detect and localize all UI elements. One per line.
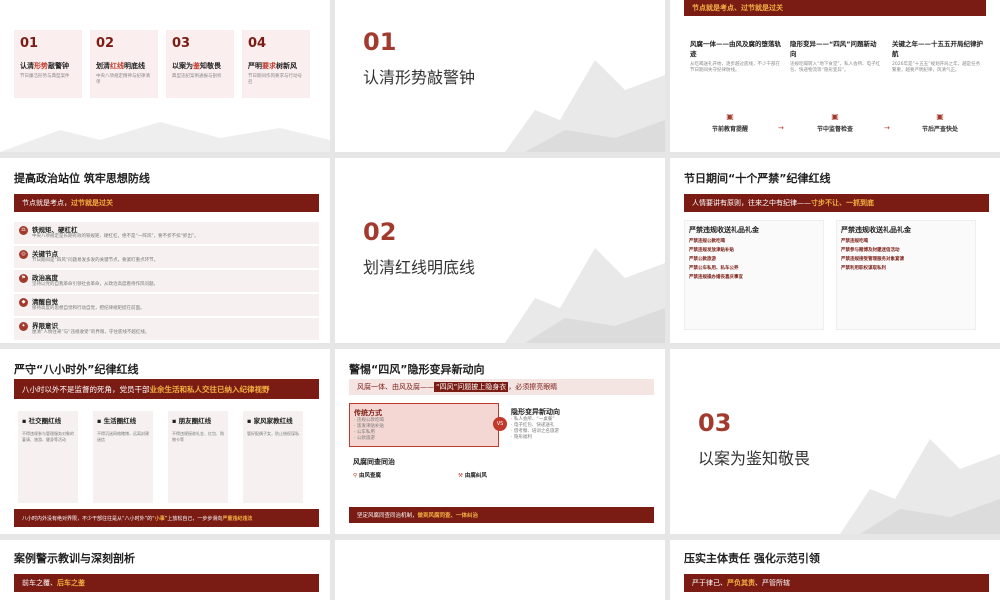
agenda-card-2[interactable]: 02 划清红线明底线 中央八项规定精神与纪律清单 <box>90 30 158 98</box>
step-1: ▣ 节前教育提醒 <box>695 112 765 133</box>
slide-title: 严守“八小时外”纪律红线 <box>14 363 139 376</box>
slide-political[interactable]: 提高政治站位 筑牢思想防线 节点就是考点， 过节就是过关 ⚖ 铁规矩、硬杠杠 中央八项… <box>0 158 330 343</box>
correct-icon: ⚒ <box>457 473 463 479</box>
section-title: 以案为鉴知敬畏 <box>698 449 811 468</box>
slide-title: 提高政治站位 筑牢思想防线 <box>14 172 150 185</box>
situation-col-3: 关键之年——十五五开局纪律护航 2026年是“十五五”规划开局之年，越是任务繁重，… <box>892 40 983 74</box>
slide-responsibility[interactable]: 压实主体责任 强化示范引领 严于律己、 严负其责 、严管所辖 <box>670 540 1000 600</box>
slide-section-01[interactable]: 01 认清形势敲警钟 <box>335 0 665 152</box>
arrow-icon: → <box>778 124 784 132</box>
mountain-painting <box>840 439 1000 534</box>
mountain-decoration <box>0 122 330 152</box>
list-item: ⚑ 政治高度 坚持以党的自我革命引领社会革命，从政治高度看待作风问题。 <box>14 270 319 292</box>
slide-blank[interactable] <box>335 540 665 600</box>
compass-icon: ✦ <box>19 322 28 331</box>
mountain-painting <box>505 60 665 152</box>
search-icon: ⚲ <box>353 473 358 479</box>
section-number: 01 <box>363 28 397 56</box>
section-number: 02 <box>363 218 397 246</box>
flag-icon: ⚑ <box>19 274 28 283</box>
step-2: ▣ 节中监督检查 <box>800 112 870 133</box>
slide-section-02[interactable]: 02 划清红线明底线 <box>335 158 665 343</box>
same-treatment-box: 风腐同查同治 ⚲ 由风查腐 ⚒ 由腐纠风 <box>353 458 487 479</box>
step-3: ▣ 节后严查快处 <box>905 112 975 133</box>
shield-icon: ◆ <box>19 298 28 307</box>
situation-col-2: 隐形变异——“四风”问题新动向 违规吃喝转入“地下食堂”，私人会所、电子红包、快递… <box>790 40 881 74</box>
slide-agenda[interactable]: 01 认清形势敲警钟 节日廉洁形势与典型案件 02 划清红线明底线 中央八项规定… <box>0 0 330 152</box>
slide-title: 警惕“四风”隐形变异新动向 <box>349 363 485 376</box>
card-title: 划清红线明底线 <box>96 62 145 70</box>
redline-card-social: ▪ 社交圈红线 不得违规参与管理服务对象的宴请、旅游、健身等活动 <box>18 411 78 503</box>
hammer-icon: ▣ <box>936 112 944 121</box>
slide-four-winds[interactable]: 警惕“四风”隐形变异新动向 风腐一体、由风及腐—— “四风”问题披上隐身衣 ，必须擦… <box>335 349 665 534</box>
card-subtitle: 节日期间作风要求与行动号召 <box>248 74 302 85</box>
redline-card-friends: ▪ 朋友圈红线 不得违规接收礼金、红包、购物卡等 <box>168 411 228 503</box>
slide-footer-banner: 坚定风腐同查同治机制， 做到风腐同查、一体纠治 <box>349 507 654 523</box>
slide-banner: 严于律己、 严负其责 、严管所辖 <box>684 574 989 592</box>
slide-cases[interactable]: 案例警示教训与深刻剖析 前车之覆、 后车之鉴 <box>0 540 330 600</box>
prohibition-box-right: 严禁违规收送礼品礼金 严禁违规吃喝 严禁参与赌博及封建迷信活动 严禁违规接受管理… <box>836 220 976 330</box>
slide-eight-hours[interactable]: 严守“八小时外”纪律红线 八小时以外不是监督的死角，党员干部 业余生活和私人交往已… <box>0 349 330 534</box>
list-item: ✦ 界限意识 厘清“人情往来”与“违规收受”的界限，守住底线不越红线。 <box>14 318 319 340</box>
book-icon: ▣ <box>726 112 734 121</box>
section-number: 03 <box>698 409 732 437</box>
traditional-box: 传统方式 · 违规公款吃喝 · 滥发津贴补贴 · 公车私用 · 公款旅游 <box>349 403 499 447</box>
arrow-icon: → <box>884 124 890 132</box>
slide-title: 压实主体责任 强化示范引领 <box>684 552 820 565</box>
slide-section-03[interactable]: 03 以案为鉴知敬畏 <box>670 349 1000 534</box>
slide-banner: 八小时以外不是监督的死角，党员干部 业余生活和私人交往已纳入纪律视野 <box>14 379 319 399</box>
card-number: 01 <box>20 36 39 51</box>
slide-ten-prohibitions[interactable]: 节日期间“十个严禁”纪律红线 人情要讲有原则，往来之中有纪律—— 寸步不让、一抓到… <box>670 158 1000 343</box>
slide-banner: 节点就是考点、过节就是过关 <box>684 0 986 16</box>
agenda-card-4[interactable]: 04 严明要求树新风 节日期间作风要求与行动号召 <box>242 30 310 98</box>
card-subtitle: 中央八项规定精神与纪律清单 <box>96 74 150 85</box>
vs-badge: VS <box>493 417 507 431</box>
slide-banner: 人情要讲有原则，往来之中有纪律—— 寸步不让、一抓到底 <box>684 194 989 212</box>
card-subtitle: 典型违纪案例通报与剖析 <box>172 74 222 79</box>
mountain-painting <box>505 248 665 343</box>
prohibition-box-left: 严禁违规收送礼品礼金 严禁违规公款吃喝 严禁违规发放津贴补贴 严禁公款旅游 严禁… <box>684 220 824 330</box>
card-number: 02 <box>96 36 115 51</box>
slide-footer-banner: 八小时内外没有绝对界限，不少干部往往是从“八小时外”的“ 小事 ”上放松自己，一步步… <box>14 509 319 527</box>
slide-situation[interactable]: 节点就是考点、过节就是过关 风腐一体——由风及腐的堕落轨迹 从吃喝送礼开始，逐步越… <box>670 0 1000 152</box>
list-item: ◆ 清醒自觉 保持高度的思想自觉和行动自觉，把纪律规矩挺在前面。 <box>14 294 319 316</box>
new-trend-box: 隐形变异新动向 · 私人会所、“一桌餐” · 电子红包、快递送礼 · 借考察、培训之… <box>511 408 560 441</box>
card-subtitle: 节日廉洁形势与典型案件 <box>20 74 70 79</box>
check-icon: ▣ <box>831 112 839 121</box>
agenda-card-3[interactable]: 03 以案为鉴知敬畏 典型违纪案例通报与剖析 <box>166 30 234 98</box>
slide-banner: 节点就是考点， 过节就是过关 <box>14 194 319 212</box>
situation-col-1: 风腐一体——由风及腐的堕落轨迹 从吃喝送礼开始，逐步越过底线，不少干部在节日期间失… <box>690 40 781 74</box>
slide-title: 案例警示教训与深刻剖析 <box>14 552 135 565</box>
redline-card-family: ▪ 家风家教红线 管好配偶子女，防止借权谋私 <box>243 411 303 503</box>
card-number: 03 <box>172 36 191 51</box>
list-item: ⚖ 铁规矩、硬杠杠 中央八项规定是长期有效的铁规矩、硬杠杠，绝不是“一阵风”，要不折… <box>14 222 319 244</box>
slide-title: 节日期间“十个严禁”纪律红线 <box>684 172 831 185</box>
list-item: ◎ 关键节点 节日期间是“四风”问题易发多发的关键节点，要紧盯重点环节。 <box>14 246 319 268</box>
card-title: 认清形势敲警钟 <box>20 62 69 70</box>
card-title: 以案为鉴知敬畏 <box>172 62 221 70</box>
section-title: 划清红线明底线 <box>363 258 476 277</box>
agenda-card-1[interactable]: 01 认清形势敲警钟 节日廉洁形势与典型案件 <box>14 30 82 98</box>
section-title: 认清形势敲警钟 <box>363 68 476 87</box>
card-number: 04 <box>248 36 267 51</box>
scale-icon: ⚖ <box>19 226 28 235</box>
card-title: 严明要求树新风 <box>248 62 297 70</box>
slide-banner: 前车之覆、 后车之鉴 <box>14 574 319 592</box>
redline-card-life: ▪ 生活圈红线 不得沉迷网络赌博，远离封建迷信 <box>93 411 153 503</box>
slide-banner: 风腐一体、由风及腐—— “四风”问题披上隐身衣 ，必须擦亮眼睛 <box>349 379 654 395</box>
target-icon: ◎ <box>19 250 28 259</box>
